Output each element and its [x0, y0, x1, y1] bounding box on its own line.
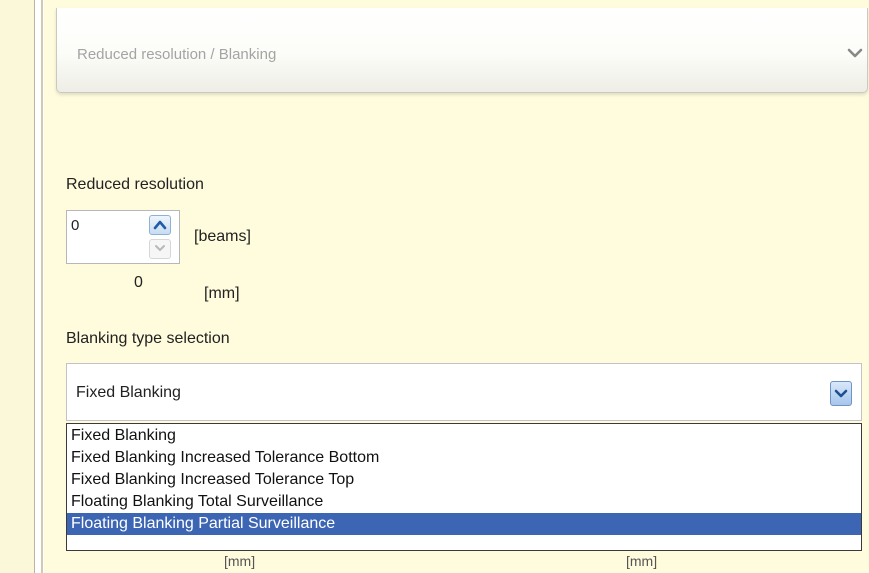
- blanking-type-select[interactable]: Fixed Blanking: [66, 363, 862, 421]
- beams-spinner[interactable]: 0: [66, 210, 180, 264]
- mm-unit-label: [mm]: [204, 285, 240, 302]
- section-header-reduced-resolution-blanking[interactable]: Reduced resolution / Blanking: [56, 8, 868, 93]
- blanking-type-dropdown-list[interactable]: Fixed Blanking Fixed Blanking Increased …: [66, 423, 862, 551]
- section-title: Reduced resolution / Blanking: [77, 46, 277, 63]
- mm-value: 0: [134, 274, 143, 291]
- arrow-up-icon[interactable]: [149, 215, 171, 235]
- mm-unit-label-right: [mm]: [626, 553, 658, 569]
- dropdown-option-floating-blanking-partial-surveillance[interactable]: Floating Blanking Partial Surveillance: [67, 513, 861, 535]
- blanking-type-selected-value: Fixed Blanking: [76, 384, 181, 401]
- dropdown-option-fixed-blanking-increased-tolerance-top[interactable]: Fixed Blanking Increased Tolerance Top: [67, 469, 861, 491]
- beams-unit-label: [beams]: [194, 228, 251, 245]
- arrow-down-icon[interactable]: [149, 239, 171, 259]
- mm-unit-label-left: [mm]: [224, 553, 256, 569]
- chevron-down-icon[interactable]: [845, 43, 865, 63]
- beams-value[interactable]: 0: [71, 217, 79, 234]
- dropdown-option-floating-blanking-total-surveillance[interactable]: Floating Blanking Total Surveillance: [67, 491, 861, 513]
- dropdown-option-fixed-blanking[interactable]: Fixed Blanking: [67, 425, 861, 447]
- left-margin: [0, 0, 35, 573]
- blanking-type-label: Blanking type selection: [66, 330, 230, 347]
- left-divider: [41, 0, 43, 573]
- settings-panel: Reduced resolution / Blanking Reduced re…: [44, 0, 869, 573]
- reduced-resolution-label: Reduced resolution: [66, 176, 204, 193]
- chevron-down-icon[interactable]: [830, 381, 852, 406]
- dropdown-option-fixed-blanking-increased-tolerance-bottom[interactable]: Fixed Blanking Increased Tolerance Botto…: [67, 447, 861, 469]
